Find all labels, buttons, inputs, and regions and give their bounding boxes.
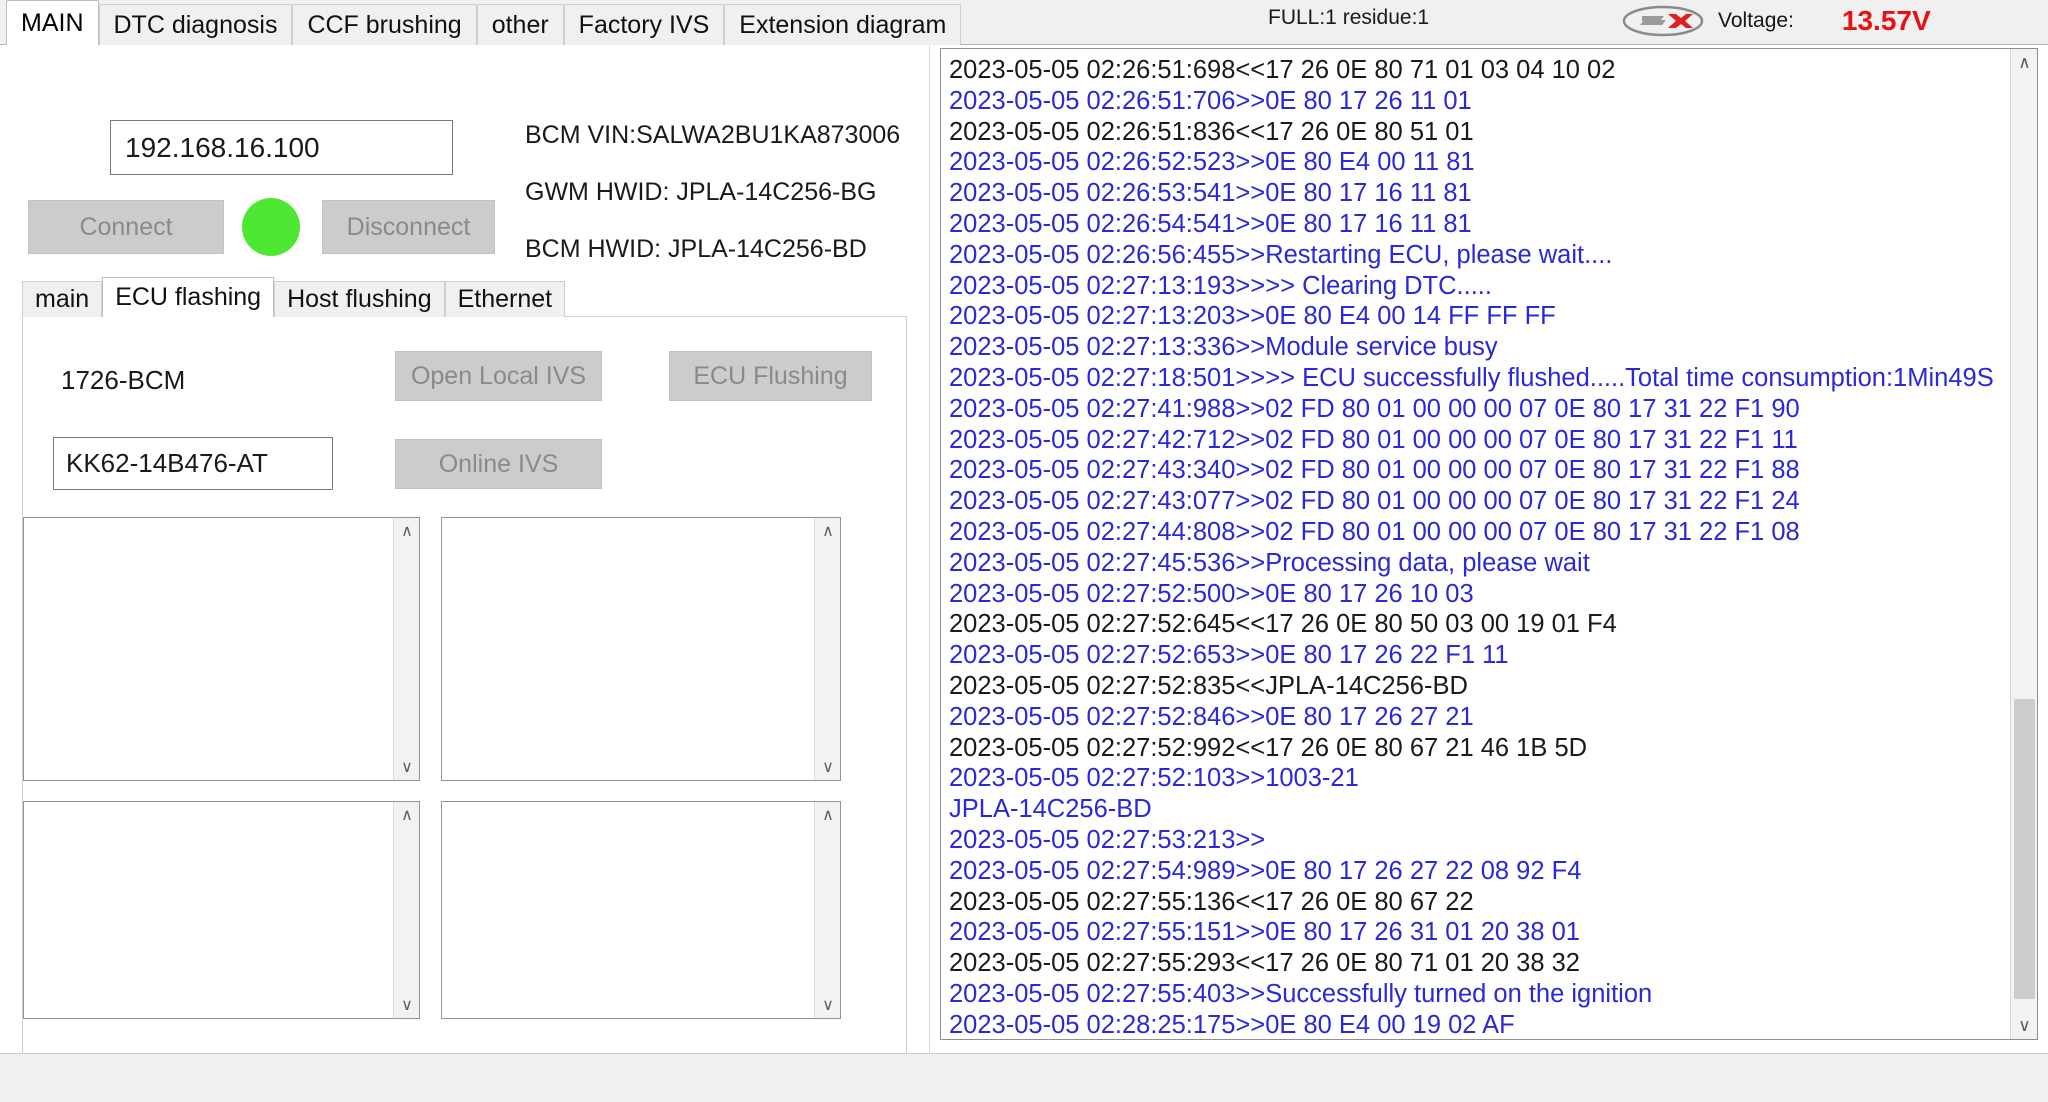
main-tab-bar: MAIN DTC diagnosis CCF brushing other Factor… [0,0,2048,45]
bcm-hwid-label: BCM HWID: JPLA-14C256-BD [525,235,867,263]
log-line: 2023-05-05 02:27:18:501>>>> ECU successf… [949,363,1994,392]
scroll-down-icon[interactable]: ∨ [394,992,419,1018]
log-line: 2023-05-05 02:27:52:835<<JPLA-14C256-BD [949,671,1468,700]
connect-button[interactable]: Connect [28,200,224,254]
log-line: 2023-05-05 02:27:13:336>>Module service … [949,333,1498,362]
scroll-up-icon[interactable]: ∧ [815,802,840,828]
list-box-2-scrollbar[interactable]: ∧ ∨ [814,518,840,780]
log-line: 2023-05-05 02:27:54:989>>0E 80 17 26 27 … [949,856,1582,885]
log-line: 2023-05-05 02:27:44:808>>02 FD 80 01 00 … [949,517,1800,546]
log-line: 2023-05-05 02:27:43:077>>02 FD 80 01 00 … [949,487,1800,516]
log-line: 2023-05-05 02:27:55:293<<17 26 0E 80 71 … [949,949,1580,978]
main-tab-factory-ivs[interactable]: Factory IVS [563,4,725,45]
left-control-pane: Connect Disconnect BCM VIN:SALWA2BU1KA87… [0,45,930,1085]
log-line: 2023-05-05 02:26:54:541>>0E 80 17 16 11 … [949,209,1472,238]
status-bar [0,1053,2048,1102]
log-line: 2023-05-05 02:26:56:455>>Restarting ECU,… [949,240,1613,269]
log-line: 2023-05-05 02:27:52:103>>1003-21 [949,764,1359,793]
part-number-input[interactable] [53,437,333,490]
log-line: 2023-05-05 02:26:53:541>>0E 80 17 16 11 … [949,179,1472,208]
log-line: 2023-05-05 02:27:55:151>>0E 80 17 26 31 … [949,918,1580,947]
log-line: 2023-05-05 02:26:51:698<<17 26 0E 80 71 … [949,56,1616,84]
open-local-ivs-button[interactable]: Open Local IVS [395,351,602,401]
log-line: 2023-05-05 02:26:51:836<<17 26 0E 80 51 … [949,117,1474,146]
scroll-down-icon[interactable]: ∨ [815,992,840,1018]
voltage-indicator-group: Voltage: 13.57V [1622,2,1931,40]
ecu-flashing-panel: 1726-BCM Open Local IVS ECU Flushing Onl… [22,316,907,1085]
scroll-down-icon[interactable]: ∨ [815,754,840,780]
scroll-up-icon[interactable]: ∧ [2011,49,2037,76]
scroll-up-icon[interactable]: ∧ [815,518,840,544]
scroll-down-icon[interactable]: ∨ [2011,1012,2037,1039]
main-tab-dtc-diagnosis[interactable]: DTC diagnosis [98,4,293,45]
log-line: 2023-05-05 02:27:45:536>>Processing data… [949,548,1590,577]
log-line-list: 2023-05-05 02:26:51:698<<17 26 0E 80 71 … [941,49,2009,1039]
log-line: 2023-05-05 02:27:43:340>>02 FD 80 01 00 … [949,456,1800,485]
list-box-1-scrollbar[interactable]: ∧ ∨ [393,518,419,780]
log-scrollbar[interactable]: ∧ ∨ [2010,49,2037,1039]
main-tab-list: MAIN DTC diagnosis CCF brushing other Factor… [6,0,962,45]
list-box-3[interactable]: ∧ ∨ [23,801,420,1019]
scroll-up-icon[interactable]: ∧ [394,518,419,544]
log-line: 2023-05-05 02:27:55:136<<17 26 0E 80 67 … [949,887,1474,916]
gwm-hwid-label: GWM HWID: JPLA-14C256-BG [525,178,877,206]
ip-address-input[interactable] [110,120,453,175]
log-line: 2023-05-05 02:27:52:500>>0E 80 17 26 10 … [949,579,1474,608]
log-line: 2023-05-05 02:27:52:846>>0E 80 17 26 27 … [949,702,1474,731]
inner-tab-ethernet[interactable]: Ethernet [444,281,566,317]
bcm-vin-label: BCM VIN:SALWA2BU1KA873006 [525,121,901,149]
online-ivs-button[interactable]: Online IVS [395,439,602,489]
log-line: 2023-05-05 02:27:52:645<<17 26 0E 80 50 … [949,610,1617,639]
application-window: MAIN DTC diagnosis CCF brushing other Factor… [0,0,2048,1102]
ecu-flushing-button[interactable]: ECU Flushing [669,351,872,401]
log-line: 2023-05-05 02:27:41:988>>02 FD 80 01 00 … [949,394,1800,423]
log-line: JPLA-14C256-BD [949,795,1152,824]
log-line: 2023-05-05 02:28:25:175>>0E 80 E4 00 19 … [949,1010,1515,1039]
voltage-label: Voltage: [1718,9,1794,32]
disconnect-button[interactable]: Disconnect [322,200,495,254]
list-box-4-scrollbar[interactable]: ∧ ∨ [814,802,840,1018]
list-box-1[interactable]: ∧ ∨ [23,517,420,781]
communication-log-panel[interactable]: 2023-05-05 02:26:51:698<<17 26 0E 80 71 … [940,48,2038,1040]
inner-tab-ecu-flashing[interactable]: ECU flashing [102,277,275,317]
list-box-4[interactable]: ∧ ∨ [441,801,841,1019]
inner-tab-host-flushing[interactable]: Host flushing [274,281,445,317]
log-scrollbar-thumb[interactable] [2014,699,2035,999]
log-line: 2023-05-05 02:27:13:203>>0E 80 E4 00 14 … [949,302,1556,331]
inner-tab-list: main ECU flashing Host flushing Ethernet [22,277,566,317]
voltage-value: 13.57V [1841,5,1931,36]
log-line: 2023-05-05 02:27:42:712>>02 FD 80 01 00 … [949,425,1798,454]
inner-tab-main[interactable]: main [22,281,103,317]
ecu-name-label: 1726-BCM [61,365,186,395]
sx-logo-icon [1622,4,1704,38]
scroll-down-icon[interactable]: ∨ [394,754,419,780]
log-line: 2023-05-05 02:27:52:992<<17 26 0E 80 67 … [949,733,1588,762]
log-line: 2023-05-05 02:27:53:213>> [949,825,1266,854]
log-line: 2023-05-05 02:27:52:653>>0E 80 17 26 22 … [949,641,1509,670]
log-line: 2023-05-05 02:26:51:706>>0E 80 17 26 11 … [949,86,1472,115]
log-line: 2023-05-05 02:27:55:403>>Successfully tu… [949,979,1653,1008]
list-box-3-scrollbar[interactable]: ∧ ∨ [393,802,419,1018]
main-tab-ccf-brushing[interactable]: CCF brushing [292,4,477,45]
full-residue-status: FULL:1 residue:1 [1268,6,1430,29]
main-tab-other[interactable]: other [476,4,564,45]
scroll-up-icon[interactable]: ∧ [394,802,419,828]
main-tab-extension-diagram[interactable]: Extension diagram [724,4,962,45]
connection-status-led [242,198,300,256]
main-tab-main[interactable]: MAIN [6,0,99,45]
log-line: 2023-05-05 02:26:52:523>>0E 80 E4 00 11 … [949,148,1475,177]
list-box-2[interactable]: ∧ ∨ [441,517,841,781]
log-line: 2023-05-05 02:27:13:193>>>> Clearing DTC… [949,271,1492,300]
